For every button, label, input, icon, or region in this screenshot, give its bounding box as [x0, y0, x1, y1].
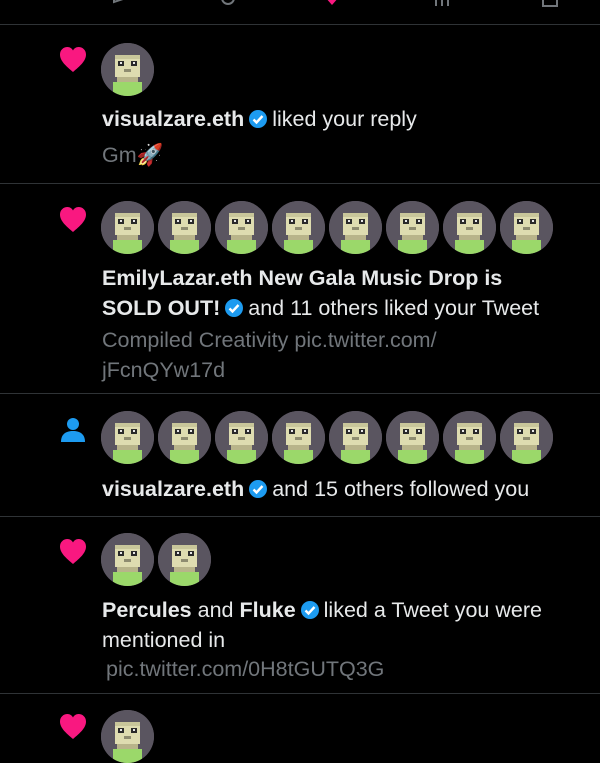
avatar-group	[101, 201, 553, 254]
notification-action: mentioned in	[102, 628, 226, 652]
tweet-action-bar	[0, 0, 600, 24]
avatar[interactable]	[158, 533, 211, 586]
notification-item[interactable]: EmilyLazar.eth New Gala Music Drop is SO…	[0, 184, 600, 394]
notification-text: SOLD OUT! and 11 others liked your Tweet	[102, 293, 582, 323]
avatar-group	[101, 533, 211, 586]
analytics-icon[interactable]	[432, 0, 452, 8]
verified-badge-icon	[249, 480, 268, 498]
connector-text: and	[197, 598, 234, 622]
avatar[interactable]	[386, 411, 439, 464]
notification-action: liked a Tweet you were	[323, 598, 542, 622]
share-icon[interactable]	[540, 0, 560, 8]
avatar[interactable]	[386, 201, 439, 254]
user-name[interactable]: Percules	[102, 598, 192, 622]
notification-text: EmilyLazar.eth New Gala Music Drop is	[102, 263, 582, 293]
heart-icon	[60, 714, 86, 739]
user-name[interactable]: SOLD OUT!	[102, 296, 220, 320]
avatar[interactable]	[158, 201, 211, 254]
avatar[interactable]	[101, 533, 154, 586]
verified-badge-icon	[300, 601, 319, 619]
notification-item[interactable]: visualzare.eth and 15 others followed you	[0, 394, 600, 517]
avatar[interactable]	[101, 43, 154, 96]
notification-preview: Compiled Creativity pic.twitter.com/	[102, 328, 437, 352]
person-icon	[61, 418, 85, 442]
notification-preview: Gm🚀	[102, 143, 164, 167]
notification-item[interactable]: visualzare.eth liked your reply Gm🚀	[0, 25, 600, 184]
avatar[interactable]	[101, 411, 154, 464]
verified-badge-icon	[249, 110, 268, 128]
avatar[interactable]	[443, 411, 496, 464]
user-name[interactable]: Fluke	[240, 598, 296, 622]
avatar[interactable]	[329, 201, 382, 254]
avatar-group	[101, 411, 553, 464]
avatar[interactable]	[272, 201, 325, 254]
user-name[interactable]: visualzare.eth	[102, 107, 244, 131]
notification-item[interactable]	[0, 694, 600, 763]
notification-action: liked your reply	[272, 107, 417, 131]
avatar[interactable]	[500, 201, 553, 254]
avatar[interactable]	[500, 411, 553, 464]
avatar[interactable]	[158, 411, 211, 464]
reply-icon[interactable]	[110, 0, 130, 8]
notification-action: and 15 others followed you	[272, 477, 530, 501]
notification-action: and 11 others liked your Tweet	[248, 296, 540, 320]
avatar-group	[101, 710, 154, 763]
notification-preview[interactable]: pic.twitter.com/0H8tGUTQ3G	[106, 654, 586, 684]
avatar[interactable]	[215, 411, 268, 464]
user-name[interactable]: EmilyLazar.eth New Gala Music Drop is	[102, 266, 502, 290]
heart-icon	[60, 539, 86, 564]
like-icon[interactable]	[322, 0, 342, 8]
notification-text: visualzare.eth and 15 others followed you	[102, 474, 582, 504]
notification-preview: jFcnQYw17d	[102, 358, 226, 382]
avatar[interactable]	[101, 201, 154, 254]
avatar[interactable]	[443, 201, 496, 254]
retweet-icon[interactable]	[218, 0, 238, 8]
avatar[interactable]	[215, 201, 268, 254]
notification-text: Percules and Fluke liked a Tweet you were	[102, 595, 582, 625]
notification-text: visualzare.eth liked your reply	[102, 104, 582, 134]
avatar-group	[101, 43, 154, 96]
avatar[interactable]	[329, 411, 382, 464]
heart-icon	[60, 207, 86, 232]
avatar[interactable]	[272, 411, 325, 464]
heart-icon	[60, 47, 86, 72]
notification-item[interactable]: Percules and Fluke liked a Tweet you were…	[0, 517, 600, 694]
avatar[interactable]	[101, 710, 154, 763]
verified-badge-icon	[225, 299, 244, 317]
user-name[interactable]: visualzare.eth	[102, 477, 244, 501]
